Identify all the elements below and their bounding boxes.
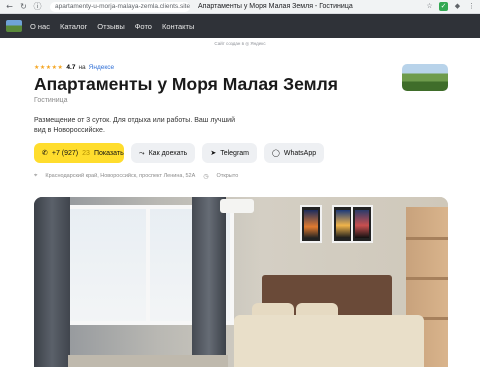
description: Размещение от 3 суток. Для отдыха или ра…: [34, 117, 236, 134]
photo-bed: [234, 315, 424, 367]
page-title: Апартаменты у Моря Малая Земля: [34, 74, 338, 94]
photo-painting-3: [351, 205, 373, 243]
address-text[interactable]: Краснодарский край, Новороссийск, проспе…: [45, 173, 195, 179]
site-logo[interactable]: [6, 20, 22, 32]
shield-icon[interactable]: ✓: [439, 2, 448, 11]
location-pin-icon: ⌖: [34, 172, 38, 179]
rating-row: ★★★★★ 4.7 на Яндексе: [34, 64, 114, 71]
created-by-label[interactable]: Сайт создан в ◎ Яндекс: [0, 41, 480, 47]
rating-on-label: на: [78, 64, 86, 71]
site-info-icon[interactable]: ⓘ: [33, 2, 42, 11]
nav-item-photos[interactable]: Фото: [135, 22, 152, 31]
star-bookmark-icon[interactable]: ☆: [425, 2, 434, 11]
whatsapp-icon: ◯: [272, 149, 280, 157]
photo-curtain-right: [192, 197, 226, 367]
nav-item-contacts[interactable]: Контакты: [162, 22, 194, 31]
photo-curtain-left: [34, 197, 70, 367]
nav-item-catalog[interactable]: Каталог: [60, 22, 87, 31]
route-label: Как доехать: [148, 149, 188, 157]
nav-item-about[interactable]: О нас: [30, 22, 50, 31]
nav-item-reviews[interactable]: Отзывы: [97, 22, 124, 31]
back-icon[interactable]: ←: [5, 2, 14, 11]
phone-number: +7 (927): [51, 149, 79, 157]
site-navbar: О нас Каталог Отзывы Фото Контакты: [0, 14, 480, 38]
telegram-button[interactable]: ➤ Telegram: [202, 143, 257, 163]
route-button[interactable]: ⤳ Как доехать: [131, 143, 196, 163]
tab-title: Апартаменты у Моря Малая Земля - Гостини…: [198, 3, 353, 10]
photo-rug: [68, 355, 228, 367]
photo-painting-1: [300, 205, 322, 243]
rating-value: 4.7: [66, 64, 76, 71]
whatsapp-label: WhatsApp: [283, 149, 317, 157]
phone-icon: ✆: [42, 149, 48, 157]
hero-photo[interactable]: [34, 197, 448, 367]
photo-shelf-board: [406, 237, 448, 240]
photo-air-conditioner: [220, 199, 254, 213]
route-icon: ⤳: [139, 148, 145, 157]
address-bar[interactable]: apartamenty-u-morja-malaya-zemla.clients…: [50, 1, 190, 12]
show-phone-button[interactable]: ✆ +7 (927) 23 Показать: [34, 143, 124, 163]
rating-source-link[interactable]: Яндексе: [89, 64, 114, 71]
phone-hidden-digits: 23: [82, 149, 90, 157]
cover-thumbnail[interactable]: [402, 64, 448, 91]
category-label: Гостиница: [34, 97, 68, 104]
rating-stars: ★★★★★: [34, 64, 64, 71]
whatsapp-button[interactable]: ◯ WhatsApp: [264, 143, 325, 163]
photo-window-bar: [146, 205, 150, 325]
reload-icon[interactable]: ↻: [19, 2, 28, 11]
status-text[interactable]: Открыто: [217, 173, 239, 179]
show-phone-label: Показать: [93, 149, 124, 157]
action-buttons: ✆ +7 (927) 23 Показать ⤳ Как доехать ➤ T…: [34, 143, 325, 163]
telegram-icon: ➤: [210, 149, 217, 157]
nav-menu: О нас Каталог Отзывы Фото Контакты: [30, 22, 194, 31]
telegram-label: Telegram: [220, 149, 249, 157]
menu-icon[interactable]: ⋮: [467, 2, 476, 11]
info-row: ⌖ Краснодарский край, Новороссийск, прос…: [34, 172, 238, 180]
clock-icon: ◷: [203, 172, 209, 180]
extensions-icon[interactable]: ◆: [453, 2, 462, 11]
browser-toolbar: ← ↻ ⓘ apartamenty-u-morja-malaya-zemla.c…: [0, 0, 480, 14]
photo-shelf-board: [406, 277, 448, 280]
